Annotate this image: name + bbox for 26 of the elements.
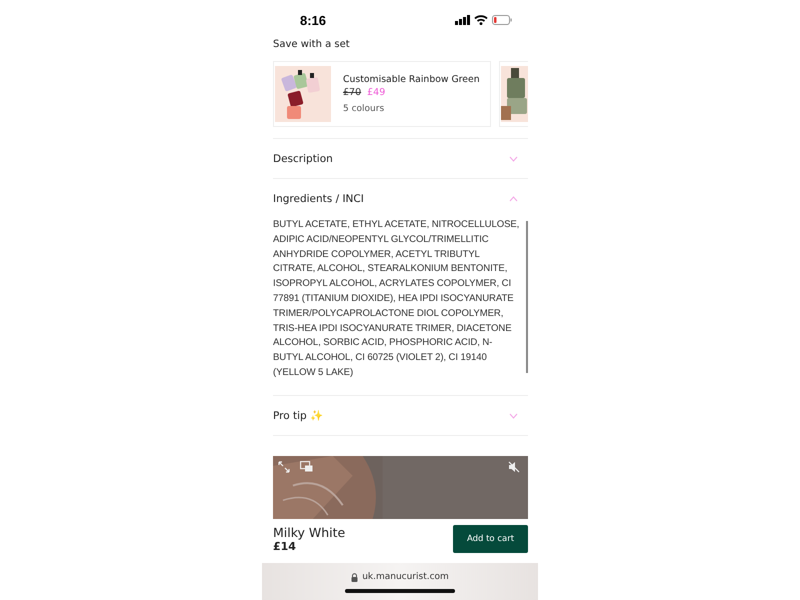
colour-count: 5 colours (343, 104, 386, 114)
chevron-icon (509, 412, 518, 418)
url-text[interactable]: uk.manucurist.com (362, 572, 449, 582)
mute-icon[interactable] (508, 461, 520, 473)
battery-icon (492, 15, 512, 25)
set-card[interactable] (499, 61, 528, 127)
set-title: Customisable Rainbow Green (343, 74, 480, 85)
lock-icon (351, 572, 358, 582)
expand-icon[interactable] (278, 461, 290, 473)
set-card[interactable]: Customisable Rainbow Green £70 £49 5 colours (273, 61, 491, 127)
signal-icon (455, 15, 470, 25)
section-title: Save with a set (273, 39, 351, 52)
status-time: 8:16 (300, 12, 326, 28)
sale-price: £49 (367, 87, 386, 98)
chevron-icon (509, 196, 518, 202)
chevron-icon (509, 156, 518, 162)
ingredients-text: BUTYL ACETATE, ETHYL ACETATE, NITROCELLULOSE, ADIPIC ACID/NEOPENTYL GLYCOL/TRIMELLITIC ANHYDRIDE COPOLYMER, ACETYL TRIBUTYL CITRATE, ALCOHOL, STEARALKONIUM BENTONITE, ISOPROPYL ALCOHOL, ACRYLATES COPOLYMER, CI 77891 (TITANIUM DIOXIDE), HEA IPDI ISOCYANURATE TRIMER/POLYCAPROLACTONE DIOL COPOLYMER, TRIS-HEA IPDI ISOCYANURATE TRIMER, DIACETONE ALCOHOL, SORBIC ACID, PHOSPHORIC ACID, N-BUTYL ALCOHOL, CI 60725 (VIOLET 2), CI 19140 (YELLOW 5 LAKE) (273, 218, 520, 380)
accordion-header[interactable]: Pro tip ✨ (273, 396, 528, 435)
accordion-header[interactable]: Description (273, 139, 528, 178)
product-price: £14 (273, 540, 297, 553)
old-price: £70 (343, 87, 362, 98)
picture-in-picture-icon[interactable] (300, 461, 313, 472)
add-to-cart-button[interactable]: Add to cart (453, 525, 528, 553)
product-name: Milky White (273, 525, 346, 540)
wifi-icon (474, 15, 488, 25)
accordion-header[interactable]: Ingredients / INCI (273, 179, 528, 218)
